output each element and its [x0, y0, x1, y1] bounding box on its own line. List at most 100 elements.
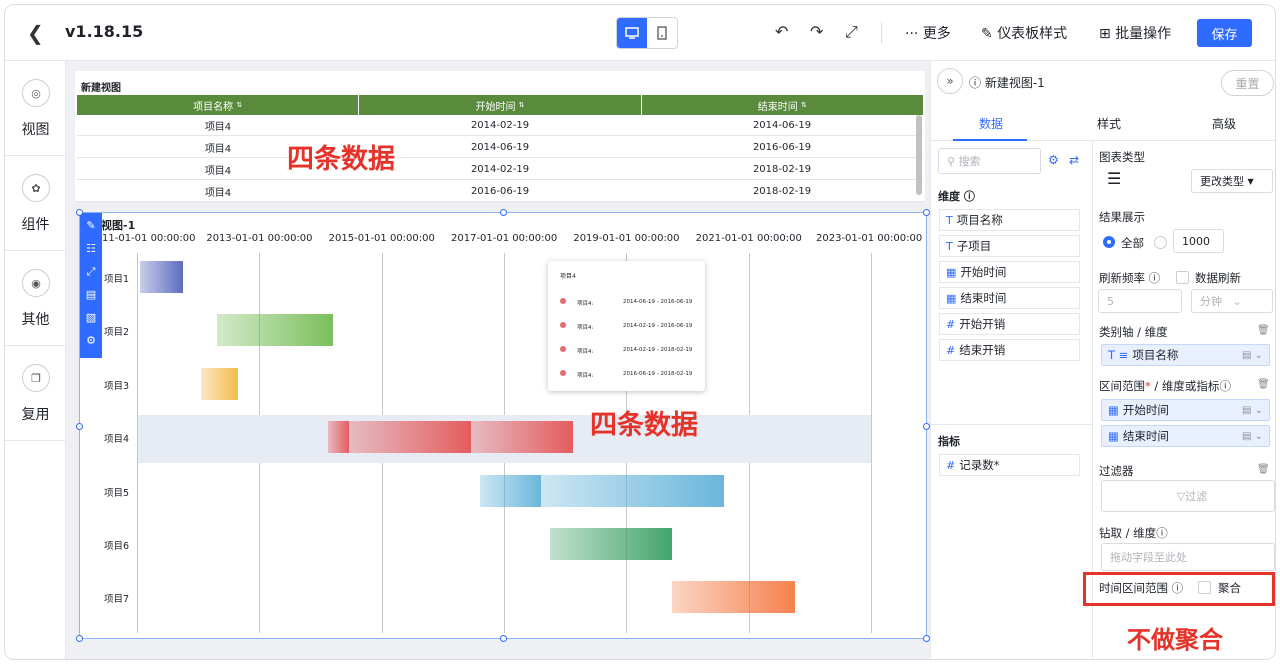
trash-icon[interactable]: 🗑 [1257, 464, 1270, 475]
data-icon[interactable]: ☷ [86, 239, 96, 258]
dimension-field[interactable]: T 项目名称 [939, 209, 1080, 231]
table-scrollbar[interactable] [916, 115, 922, 195]
nav-component[interactable]: ✿ 组件 [5, 156, 66, 251]
aggregate-checkbox[interactable] [1198, 581, 1211, 594]
gantt-bar[interactable] [201, 367, 238, 400]
data-refresh-label: 数据刷新 [1195, 271, 1241, 285]
tab-data[interactable]: 数据 [979, 115, 1003, 132]
desktop-view-icon[interactable] [617, 18, 647, 48]
settings-icon[interactable]: ⚙ [86, 331, 96, 350]
back-arrow-icon[interactable]: ❮ [27, 21, 44, 45]
info-icon: ⓘ [1148, 271, 1161, 285]
category-field-pill[interactable]: T ≡ 项目名称 ▤ ⌄ [1101, 344, 1270, 366]
table-cell: 2014-02-19 [470, 163, 530, 175]
column-header[interactable]: 结束时间 ⇅ [642, 95, 923, 115]
export-icon[interactable]: ▧ [86, 308, 96, 327]
table-view-card[interactable]: 新建视图 项目名称 ⇅ 开始时间 ⇅ 结束时间 ⇅ 项目4 2014-02-19 2… [75, 71, 925, 202]
dimension-field[interactable]: T 子项目 [939, 235, 1080, 257]
tab-style[interactable]: 样式 [1097, 115, 1121, 132]
refresh-label: 刷新频率 ⓘ [1099, 271, 1161, 285]
save-button[interactable]: 保存 [1197, 19, 1252, 47]
edit-icon[interactable]: ✎ [86, 216, 95, 235]
more-button[interactable]: ··· 更多 [905, 23, 951, 43]
refresh-unit-select[interactable]: 分钟 ⌄ [1191, 289, 1273, 313]
resize-handle[interactable] [76, 423, 83, 430]
pill-menu-icon[interactable]: ▤ ⌄ [1242, 405, 1263, 416]
data-refresh-checkbox[interactable] [1176, 271, 1189, 284]
y-axis-line [137, 253, 138, 633]
change-type-select[interactable]: 更改类型 ▼ [1191, 169, 1273, 193]
gantt-bar[interactable] [140, 261, 183, 293]
gantt-bar[interactable] [672, 581, 795, 614]
pill-menu-icon[interactable]: ▤ ⌄ [1242, 431, 1263, 442]
gantt-bar[interactable] [216, 314, 333, 347]
dimension-field[interactable]: ▦ 开始时间 [939, 261, 1080, 283]
undo-icon[interactable]: ↶ [775, 22, 788, 41]
dashboard-canvas: 新建视图 项目名称 ⇅ 开始时间 ⇅ 结束时间 ⇅ 项目4 2014-02-19 2… [66, 61, 930, 659]
funnel-icon: ▽ [1176, 489, 1186, 503]
nav-other[interactable]: ◉ 其他 [5, 251, 66, 346]
batch-operation-button[interactable]: ⊞ 批量操作 [1099, 23, 1171, 43]
gantt-bar[interactable] [549, 528, 673, 560]
left-nav: ◎ 视图 ✿ 组件 ◉ 其他 ❐ 复用 [5, 61, 66, 659]
dimension-field[interactable]: # 结束开销 [939, 339, 1080, 361]
drill-dropzone[interactable]: 拖动字段至此处 [1101, 543, 1275, 571]
measure-field[interactable]: # 记录数* [939, 454, 1080, 476]
trash-icon[interactable]: 🗑 [1257, 379, 1270, 390]
swap-icon[interactable]: ⇄ [1069, 153, 1079, 167]
resize-handle[interactable] [500, 209, 507, 216]
fullscreen-icon[interactable]: ⤢ [845, 22, 858, 42]
resize-handle[interactable] [500, 635, 507, 642]
dimension-field[interactable]: ▦ 结束时间 [939, 287, 1080, 309]
info-icon: ⓘ [969, 76, 985, 90]
gantt-bar[interactable] [540, 474, 725, 507]
nav-view[interactable]: ◎ 视图 [5, 61, 66, 156]
dimension-field[interactable]: # 开始开销 [939, 313, 1080, 335]
reset-button[interactable]: 重置 [1221, 70, 1274, 96]
tab-advanced[interactable]: 高级 [1212, 115, 1236, 132]
radio-limit[interactable] [1154, 236, 1167, 249]
dot-icon [560, 298, 566, 304]
resize-handle[interactable] [76, 635, 83, 642]
redo-icon[interactable]: ↷ [810, 22, 823, 41]
column-header[interactable]: 项目名称 ⇅ [77, 95, 360, 115]
panel-tabs: 数据 样式 高级 [931, 103, 1275, 141]
collapse-icon[interactable]: » [937, 68, 963, 94]
result-count-input[interactable]: 1000 [1173, 229, 1224, 253]
gantt-bar[interactable] [348, 421, 471, 454]
x-tick-label: 2021-01-01 00:00:00 [695, 233, 802, 244]
resize-handle[interactable] [923, 209, 930, 216]
resize-handle[interactable] [923, 423, 930, 430]
grid-icon: ⊞ [1099, 26, 1116, 42]
filter-icon[interactable]: ▤ [86, 285, 96, 304]
text-type-icon: T ≡ [1108, 348, 1129, 362]
pill-menu-icon[interactable]: ▤ ⌄ [1242, 350, 1263, 361]
grid-line [871, 253, 872, 633]
resize-handle[interactable] [923, 635, 930, 642]
resize-icon[interactable]: ⤢ [87, 262, 96, 281]
device-switch [616, 17, 678, 49]
refresh-value-input[interactable]: 5 [1098, 289, 1182, 313]
sort-icon: ⇅ [518, 101, 525, 109]
section-divider[interactable] [931, 424, 1093, 425]
gantt-view-card[interactable]: 建视图-1 ✎ ☷ ⤢ ▤ ▧ ⚙ 项目4 项目4: 2014-06-19 - 2… [79, 212, 927, 639]
gantt-bar[interactable] [479, 474, 541, 507]
nav-reuse[interactable]: ❐ 复用 [5, 346, 66, 441]
text-type-icon: T [946, 213, 953, 227]
gantt-bar[interactable] [470, 421, 574, 454]
gear-icon[interactable]: ⚙ [1048, 153, 1059, 167]
filter-dropzone[interactable]: ▽ 过滤 [1101, 480, 1275, 512]
range-field-pill[interactable]: ▦ 结束时间 ▤ ⌄ [1101, 425, 1270, 447]
x-tick-label: 11-01-01 00:00:00 [102, 233, 196, 244]
trash-icon[interactable]: 🗑 [1257, 325, 1270, 336]
column-header[interactable]: 开始时间 ⇅ [359, 95, 642, 115]
radio-all[interactable] [1103, 236, 1115, 248]
search-input[interactable]: ⚲ 搜索 [938, 148, 1041, 174]
tooltip-title: 项目4 [560, 273, 576, 280]
dashboard-style-button[interactable]: ✎ 仪表板样式 [981, 23, 1067, 43]
gantt-bar[interactable] [328, 421, 349, 454]
mobile-view-icon[interactable] [647, 18, 677, 48]
resize-handle[interactable] [76, 209, 83, 216]
range-field-pill[interactable]: ▦ 开始时间 ▤ ⌄ [1101, 399, 1270, 421]
range-label: 区间范围* / 维度或指标ⓘ [1099, 379, 1231, 393]
